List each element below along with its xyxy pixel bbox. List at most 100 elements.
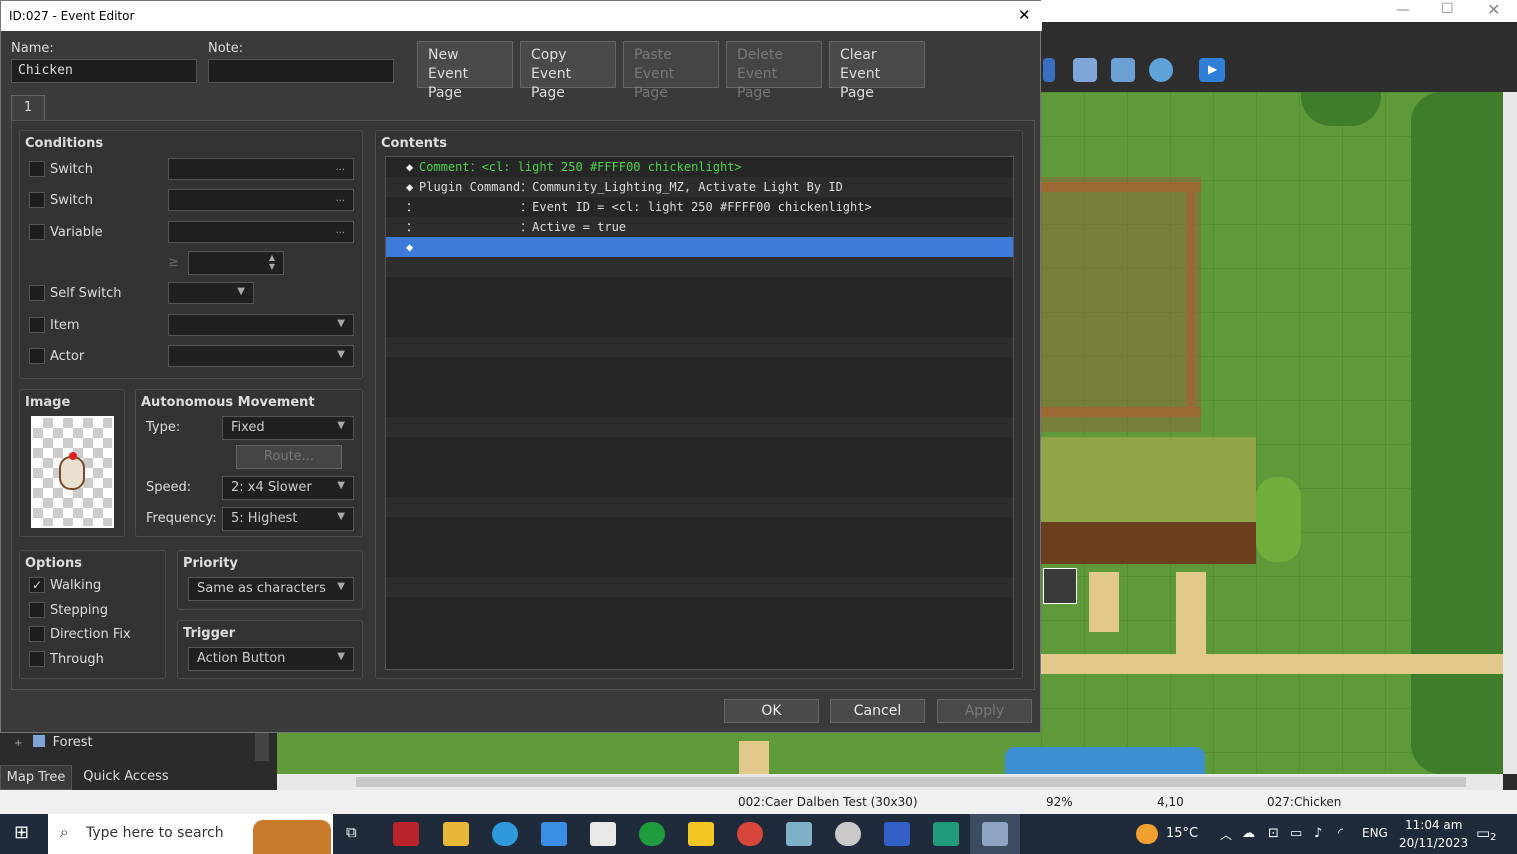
- trigger-group: Trigger Action Button ▼: [177, 620, 363, 679]
- tree-scrollbar[interactable]: [255, 733, 269, 761]
- weather-temp: 15°C: [1166, 826, 1199, 841]
- map-vertical-scrollbar[interactable]: [1503, 92, 1517, 774]
- rpgmaker-taskbar-button[interactable]: [970, 814, 1020, 854]
- empty-row: [386, 577, 1013, 597]
- onedrive-icon[interactable]: ☁: [1242, 826, 1255, 841]
- windows-start-icon[interactable]: ⊞: [14, 822, 29, 843]
- switch1-selector[interactable]: ...: [168, 158, 354, 180]
- self-switch-dropdown[interactable]: ▼: [168, 282, 254, 304]
- chevron-down-icon: ▼: [337, 349, 345, 360]
- notifications-icon[interactable]: ▭ 2: [1476, 824, 1500, 846]
- character-generator-icon[interactable]: [1111, 58, 1135, 82]
- copy-event-page-button[interactable]: Copy Event Page: [520, 41, 616, 101]
- image-group: Image: [19, 389, 125, 537]
- maximize-icon[interactable]: ☐: [1441, 1, 1454, 17]
- stepping-checkbox[interactable]: [29, 602, 45, 618]
- item-dropdown[interactable]: ▼: [168, 314, 354, 336]
- battery-icon[interactable]: ▭: [1290, 826, 1302, 841]
- weather-icon[interactable]: [1136, 824, 1158, 844]
- switch2-checkbox[interactable]: [29, 192, 45, 208]
- playtest-icon[interactable]: ▶: [1199, 58, 1225, 82]
- chrome-icon[interactable]: [737, 822, 763, 846]
- fence: [1041, 182, 1201, 192]
- chevron-down-icon: ▼: [337, 511, 345, 522]
- publisher-icon[interactable]: [933, 822, 959, 846]
- switch2-selector[interactable]: ...: [168, 189, 354, 211]
- ok-button[interactable]: OK: [724, 699, 819, 723]
- clock-date[interactable]: 20/11/2023: [1399, 836, 1468, 850]
- app-icon[interactable]: [884, 822, 910, 846]
- map-canvas[interactable]: [1041, 92, 1503, 774]
- minimize-icon[interactable]: —: [1396, 2, 1410, 18]
- tray-chevron-icon[interactable]: ︿: [1220, 826, 1232, 843]
- scrollbar-thumb[interactable]: [356, 777, 1466, 787]
- self-switch-checkbox[interactable]: [29, 285, 45, 301]
- event-image-preview[interactable]: [31, 416, 114, 528]
- app-icon[interactable]: [393, 822, 419, 846]
- direction-fix-checkbox[interactable]: [29, 626, 45, 642]
- task-view-icon[interactable]: ⧉: [346, 823, 357, 841]
- wifi-icon[interactable]: ◜: [1338, 826, 1343, 841]
- note-field[interactable]: [208, 59, 394, 83]
- name-field[interactable]: Chicken: [11, 59, 197, 83]
- tab-page-1[interactable]: 1: [11, 95, 45, 121]
- type-dropdown[interactable]: Fixed ▼: [222, 416, 354, 440]
- close-main-icon[interactable]: ✕: [1487, 0, 1500, 19]
- command-row[interactable]: ： ：Event ID = <cl: light 250 #FFFF00 chi…: [386, 197, 1013, 217]
- empty-row: [386, 297, 1013, 317]
- file-explorer-icon[interactable]: [443, 822, 469, 846]
- trigger-dropdown[interactable]: Action Button ▼: [188, 647, 354, 671]
- sticky-notes-icon[interactable]: [688, 822, 714, 846]
- command-row-selected[interactable]: ◆: [386, 237, 1013, 257]
- plugin-manager-icon[interactable]: [1149, 58, 1173, 82]
- ellipsis-icon: ...: [335, 225, 345, 236]
- paste-event-page-button[interactable]: Paste Event Page: [623, 41, 719, 101]
- taskbar-search[interactable]: ⌕ Type here to search: [48, 814, 333, 854]
- type-label: Type:: [146, 420, 181, 435]
- switch1-checkbox[interactable]: [29, 161, 45, 177]
- through-checkbox[interactable]: [29, 651, 45, 667]
- language-indicator[interactable]: ENG: [1362, 826, 1388, 840]
- resource-manager-icon[interactable]: [1073, 58, 1097, 82]
- store-icon[interactable]: [590, 822, 616, 846]
- item-checkbox[interactable]: [29, 317, 45, 333]
- cancel-button[interactable]: Cancel: [830, 699, 925, 723]
- clock-time[interactable]: 11:04 am: [1405, 818, 1462, 832]
- clear-event-page-button[interactable]: Clear Event Page: [829, 41, 925, 101]
- chicken-sprite-icon: [59, 452, 85, 490]
- close-icon[interactable]: ✕: [1018, 6, 1031, 24]
- priority-dropdown[interactable]: Same as characters ▼: [188, 577, 354, 601]
- volume-icon[interactable]: ♪: [1314, 826, 1322, 841]
- tab-map-tree[interactable]: Map Tree: [0, 765, 72, 790]
- mail-icon[interactable]: [541, 822, 567, 846]
- new-event-page-button[interactable]: New Event Page: [417, 41, 513, 101]
- actor-dropdown[interactable]: ▼: [168, 345, 354, 367]
- variable-selector[interactable]: ...: [168, 221, 354, 243]
- conditions-title: Conditions: [25, 136, 104, 151]
- speed-dropdown[interactable]: 2: x4 Slower ▼: [222, 476, 354, 500]
- sound-icon[interactable]: [1043, 58, 1055, 82]
- status-zoom: 92%: [1046, 795, 1073, 809]
- apply-button[interactable]: Apply: [937, 699, 1032, 723]
- event-chicken-marker[interactable]: [1043, 568, 1077, 604]
- actor-checkbox[interactable]: [29, 348, 45, 364]
- variable-value-spinner[interactable]: ▲ ▼: [188, 251, 284, 275]
- map-canvas-lower[interactable]: [277, 733, 1205, 774]
- tab-quick-access[interactable]: Quick Access: [75, 765, 177, 790]
- frequency-dropdown[interactable]: 5: Highest ▼: [222, 507, 354, 531]
- xbox-icon[interactable]: [639, 822, 665, 846]
- network-icon[interactable]: ⊡: [1268, 826, 1279, 841]
- delete-event-page-button[interactable]: Delete Event Page: [726, 41, 822, 101]
- variable-checkbox[interactable]: [29, 224, 45, 240]
- command-row[interactable]: ◆ Comment：<cl: light 250 #FFFF00 chickenl…: [386, 157, 1013, 177]
- route-button[interactable]: Route...: [236, 445, 342, 469]
- contents-list[interactable]: ◆ Comment：<cl: light 250 #FFFF00 chickenl…: [385, 156, 1014, 670]
- map-tree-item[interactable]: + Forest: [14, 735, 93, 750]
- edge-icon[interactable]: [492, 822, 518, 846]
- app-icon[interactable]: [786, 822, 812, 846]
- app-icon[interactable]: [835, 822, 861, 846]
- fence: [1041, 407, 1201, 417]
- walking-checkbox[interactable]: ✓: [29, 577, 45, 593]
- command-row[interactable]: ： ：Active = true: [386, 217, 1013, 237]
- command-row[interactable]: ◆ Plugin Command：Community_Lighting_MZ, A…: [386, 177, 1013, 197]
